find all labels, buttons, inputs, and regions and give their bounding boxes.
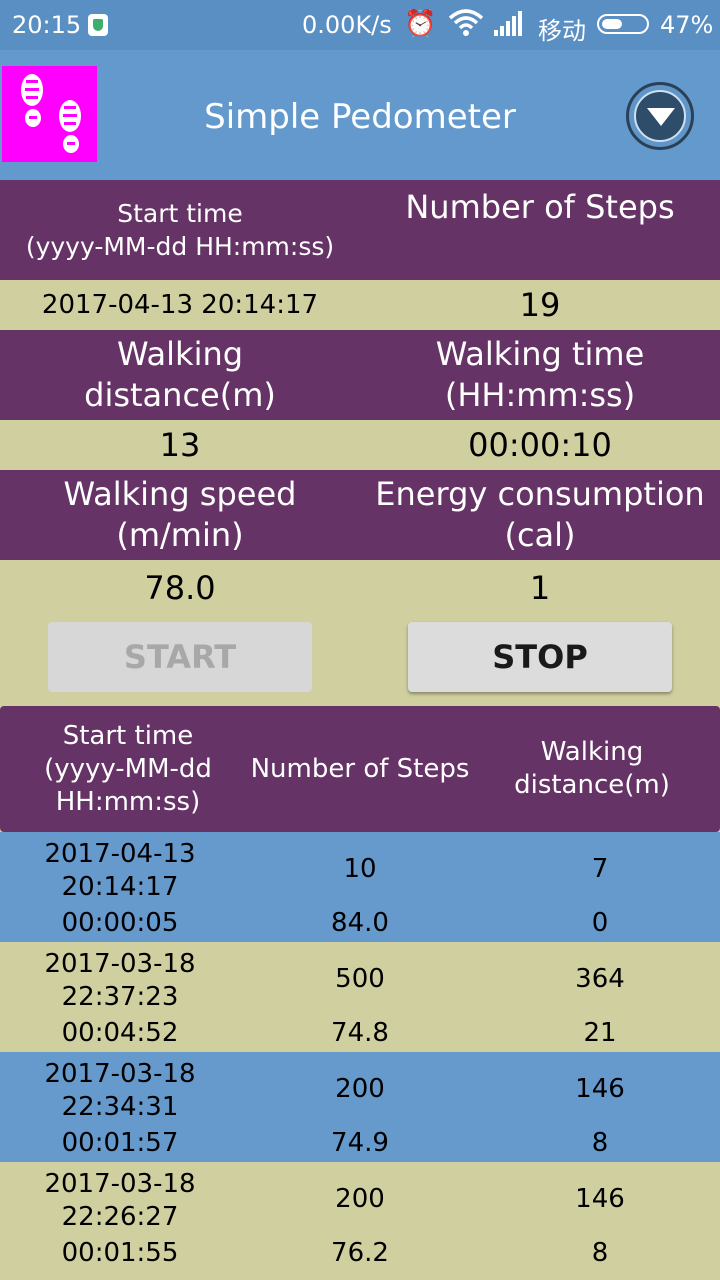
history-date: 2017-04-13	[44, 839, 196, 869]
history-duration: 00:01:57	[61, 1128, 179, 1158]
history-distance: 146	[575, 1184, 625, 1214]
wifi-icon	[448, 6, 484, 46]
history-duration: 00:01:55	[61, 1238, 179, 1268]
history-energy: 8	[591, 1128, 609, 1158]
walking-time-label: Walking time (HH:mm:ss)	[435, 335, 645, 414]
history-header-distance: Walking distance(m)	[514, 737, 670, 800]
energy-value: 1	[529, 568, 551, 607]
history-energy: 21	[583, 1018, 617, 1048]
history-speed: 76.2	[331, 1238, 389, 1268]
network-speed: 0.00K/s	[302, 11, 392, 39]
status-bar: 20:15 0.00K/s ⏰ 移动 47%	[0, 0, 720, 50]
history-row[interactable]: 2017-03-18 22:34:31 00:01:57 200 74.9 14…	[0, 1052, 720, 1162]
triangle-down-icon	[647, 108, 675, 126]
history-row[interactable]: 2017-03-18 22:37:23 00:04:52 500 74.8 36…	[0, 942, 720, 1052]
history-row[interactable]: 2017-04-13 20:14:17 00:00:05 10 84.0 7 0	[0, 832, 720, 942]
history-time: 22:37:23	[61, 982, 179, 1012]
history-steps: 200	[335, 1184, 385, 1214]
app-bar: Simple Pedometer	[0, 50, 720, 180]
dropdown-circle-icon	[634, 90, 686, 142]
summary-header-row-2: Walking distance(m) Walking time (HH:mm:…	[0, 330, 720, 420]
history-duration: 00:04:52	[61, 1018, 179, 1048]
history-steps: 200	[335, 1074, 385, 1104]
dropdown-menu-button[interactable]	[626, 82, 694, 150]
history-time: 20:14:17	[61, 872, 179, 902]
history-header-steps: Number of Steps	[250, 754, 470, 784]
battery-icon	[597, 14, 649, 34]
history-table-header: Start time (yyyy-MM-dd HH:mm:ss) Number …	[0, 706, 720, 832]
history-time: 22:34:31	[61, 1092, 179, 1122]
steps-value: 19	[519, 286, 561, 324]
distance-label: Walking distance(m)	[84, 335, 276, 414]
history-row[interactable]: 2017-03-18 22:26:27 00:01:55 200 76.2 14…	[0, 1162, 720, 1272]
steps-label: Number of Steps	[405, 188, 675, 226]
history-speed: 74.8	[331, 1018, 389, 1048]
energy-label: Energy consumption (cal)	[375, 475, 705, 554]
history-date: 2017-03-18	[44, 1059, 196, 1089]
speed-label: Walking speed (m/min)	[63, 475, 297, 554]
summary-value-row-1: 2017-04-13 20:14:17 19	[0, 280, 720, 330]
start-button[interactable]: START	[48, 622, 312, 692]
history-date: 2017-03-18	[44, 1169, 196, 1199]
carrier-name: 移动	[538, 17, 586, 45]
history-energy: 0	[591, 908, 609, 938]
history-speed: 84.0	[331, 908, 389, 938]
history-energy: 8	[591, 1238, 609, 1268]
history-duration: 00:00:05	[61, 908, 179, 938]
history-distance: 7	[591, 854, 609, 884]
distance-value: 13	[159, 426, 201, 464]
history-time: 22:26:27	[61, 1202, 179, 1232]
alarm-icon: ⏰	[404, 9, 437, 39]
shield-icon	[88, 14, 108, 36]
status-time: 20:15	[12, 11, 82, 39]
summary-value-row-2: 13 00:00:10	[0, 420, 720, 470]
summary-value-row-3: 78.0 1	[0, 560, 720, 615]
summary-header-row-1: Start time (yyyy-MM-dd HH:mm:ss) Number …	[0, 180, 720, 280]
battery-level	[602, 19, 622, 29]
summary-header-row-3: Walking speed (m/min) Energy consumption…	[0, 470, 720, 560]
history-steps: 10	[343, 854, 377, 884]
history-distance: 364	[575, 964, 625, 994]
speed-value: 78.0	[144, 568, 216, 607]
history-date: 2017-03-18	[44, 949, 196, 979]
history-steps: 500	[335, 964, 385, 994]
history-distance: 146	[575, 1074, 625, 1104]
app-title: Simple Pedometer	[204, 97, 516, 137]
start-time-value: 2017-04-13 20:14:17	[41, 290, 319, 320]
history-speed: 74.9	[331, 1128, 389, 1158]
walking-time-value: 00:00:10	[468, 426, 612, 464]
signal-icon	[494, 10, 528, 44]
battery-percent: 47%	[660, 11, 714, 39]
history-header-start-time: Start time (yyyy-MM-dd HH:mm:ss)	[44, 720, 212, 817]
stop-button[interactable]: STOP	[408, 622, 672, 692]
start-time-label: Start time (yyyy-MM-dd HH:mm:ss)	[25, 199, 335, 261]
